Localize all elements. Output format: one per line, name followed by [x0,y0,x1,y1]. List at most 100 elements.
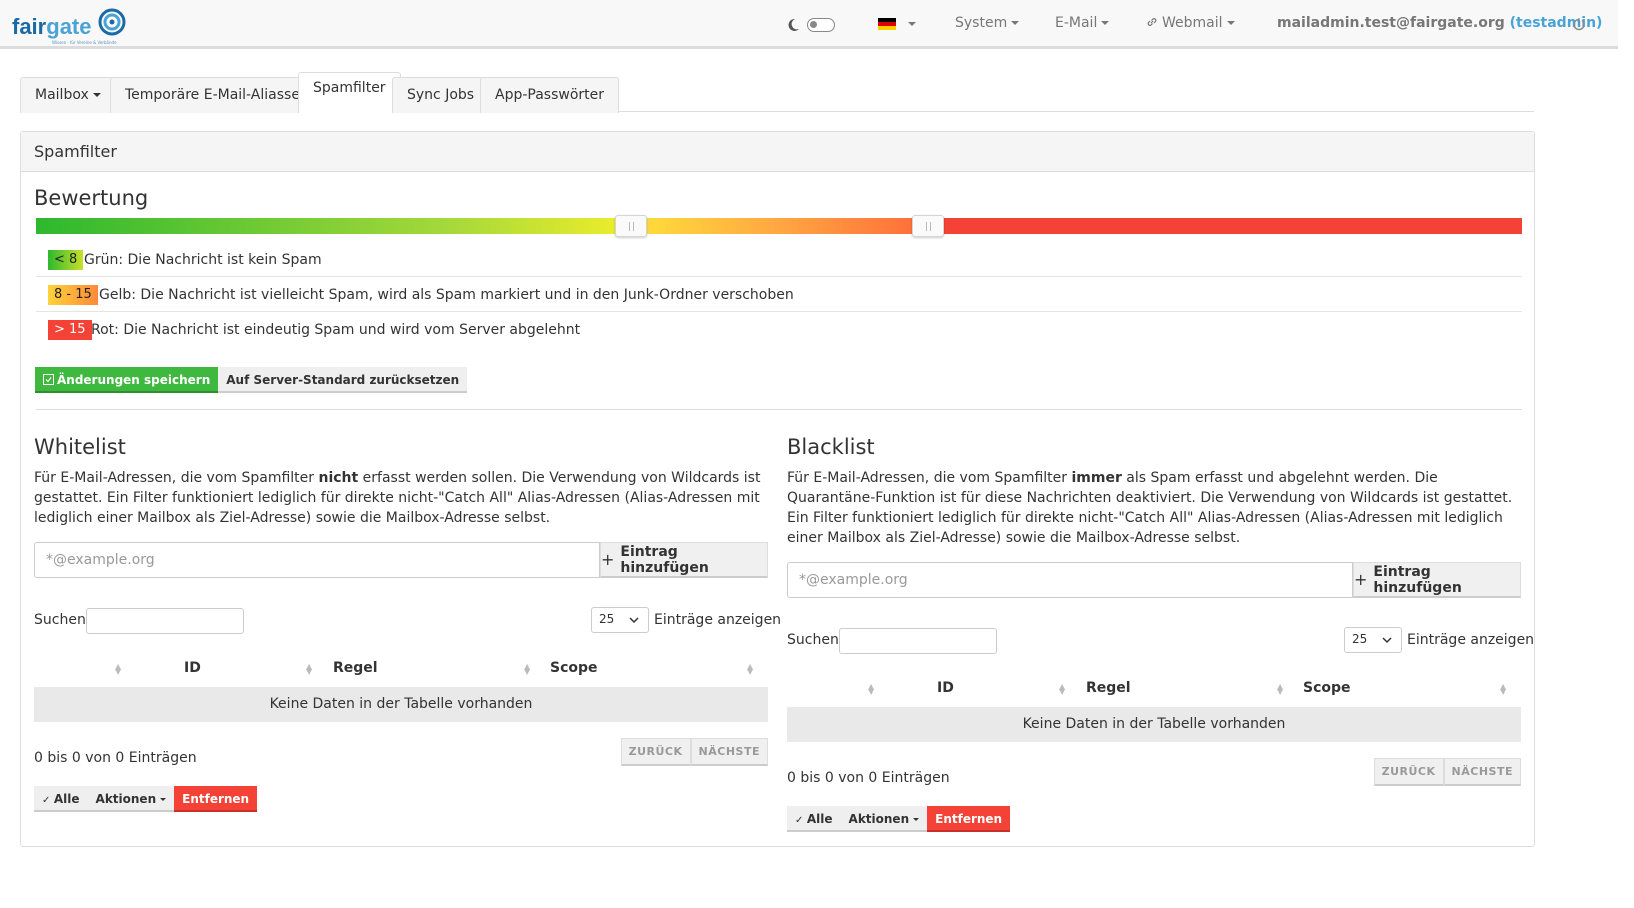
sort-icon[interactable]: ▲ ▼ [115,663,121,676]
col-scope[interactable]: Scope [550,660,598,676]
blacklist-page-size-select[interactable]: 25 [1344,627,1402,653]
nav-system[interactable]: System [955,15,1020,31]
sort-icon[interactable]: ▲ ▼ [1277,683,1283,696]
slider-handle-high[interactable] [912,215,944,237]
show-entries-label: Einträge anzeigen [1407,632,1535,648]
chevron-down-icon [1226,21,1235,25]
blacklist-table-controls: Suchen 25 Einträge anzeigen [787,626,1534,656]
swirl-icon [98,8,126,36]
nav-email-label: E-Mail [1055,15,1098,31]
slider-handle-low[interactable] [615,215,647,237]
logo-text-b: gate [46,14,92,39]
next-page-button[interactable]: NÄCHSTE [690,738,768,766]
slider-red-zone [929,218,1522,234]
all-label: Alle [53,792,80,806]
show-entries-label: Einträge anzeigen [654,612,782,628]
desc-emphasis: immer [1071,470,1122,486]
save-changes-button[interactable]: Änderungen speichern [35,367,219,393]
whitelist-table-footer: 0 bis 0 von 0 Einträgen ZURÜCK NÄCHSTE [34,738,768,778]
col-id[interactable]: ID [937,680,954,696]
sort-icon[interactable]: ▲ ▼ [868,683,874,696]
whitelist-search-input[interactable] [86,608,244,634]
tab-label: Mailbox [35,87,89,103]
logo-text-a: fair [12,14,47,39]
logo-tagline: Wissen · für Vereine & Verbände [52,40,117,45]
prev-page-button[interactable]: ZURÜCK [620,738,691,766]
col-rule[interactable]: Regel [333,660,378,676]
divider [36,409,1522,410]
sort-icon[interactable]: ▲ ▼ [1500,683,1506,696]
sort-icon[interactable]: ▲ ▼ [1059,683,1065,696]
tab-mailbox[interactable]: Mailbox [20,77,116,113]
blacklist-bulk-actions: ✓ Alle Aktionen Entfernen [787,806,1521,832]
blacklist-add-button[interactable]: + Eintrag hinzufügen [1353,562,1521,598]
blacklist-search-input[interactable] [839,628,997,654]
whitelist-add-button[interactable]: + Eintrag hinzufügen [600,542,768,578]
logout-icon[interactable] [1572,17,1586,31]
save-icon [43,374,54,385]
desc-emphasis: nicht [318,470,359,486]
sort-icon[interactable]: ▲ ▼ [524,663,530,676]
tab-app-passwords[interactable]: App-Passwörter [480,77,620,113]
table-info: 0 bis 0 von 0 Einträgen [34,750,197,766]
sort-icon[interactable]: ▲ ▼ [306,663,312,676]
pagination: ZURÜCK NÄCHSTE [1373,758,1521,786]
tab-bar: Mailbox Temporäre E-Mail-Aliasse Spamfil… [20,72,1534,113]
chevron-down-icon [92,93,101,97]
toggle-switch[interactable] [807,18,835,32]
tab-label: Sync Jobs [407,87,475,103]
legend-text: Gelb: Die Nachricht ist vielleicht Spam,… [99,287,794,303]
chevron-down-icon [1382,637,1392,644]
nav-webmail-label: Webmail [1162,15,1223,31]
sort-icon[interactable]: ▲ ▼ [747,663,753,676]
col-rule[interactable]: Regel [1086,680,1131,696]
nav-email[interactable]: E-Mail [1055,15,1110,31]
col-scope[interactable]: Scope [1303,680,1351,696]
user-account[interactable]: mailadmin.test@fairgate.org (testadmin) [1277,15,1602,31]
pagination: ZURÜCK NÄCHSTE [620,738,768,766]
page-size-value: 25 [1352,632,1368,646]
select-all-button[interactable]: ✓ Alle [787,806,841,832]
tab-spamfilter[interactable]: Spamfilter [298,72,401,113]
select-all-button[interactable]: ✓ Alle [34,786,88,812]
tab-sync-jobs[interactable]: Sync Jobs [392,77,490,113]
whitelist-title: Whitelist [34,435,126,459]
actions-dropdown[interactable]: Aktionen [840,806,928,832]
desc-part: Für E-Mail-Adressen, die vom Spamfilter [787,470,1072,486]
save-label: Änderungen speichern [57,373,211,387]
remove-button[interactable]: Entfernen [927,806,1011,832]
slider-yellow-zone [632,218,929,234]
actions-label: Aktionen [848,812,910,826]
nav-webmail[interactable]: Webmail [1146,15,1235,31]
panel-title: Spamfilter [21,132,1534,172]
whitelist-bulk-actions: ✓ Alle Aktionen Entfernen [34,786,768,812]
spam-score-slider[interactable] [36,215,1522,237]
chevron-down-icon [629,617,639,624]
tab-temp-aliases[interactable]: Temporäre E-Mail-Aliasse [110,77,315,113]
actions-dropdown[interactable]: Aktionen [87,786,175,812]
blacklist-input[interactable]: *@example.org [787,562,1353,598]
whitelist-input[interactable]: *@example.org [34,542,600,578]
prev-page-button[interactable]: ZURÜCK [1373,758,1444,786]
legend-text: Grün: Die Nachricht ist kein Spam [84,252,322,268]
slider-green-zone [36,218,632,234]
spamfilter-panel: Spamfilter Bewertung < 8 Grün: Die Nachr… [20,131,1535,847]
chevron-down-icon [1011,21,1020,25]
whitelist-page-size-select[interactable]: 25 [591,607,649,633]
whitelist-add-group: *@example.org + Eintrag hinzufügen [34,542,768,578]
user-name: (testadmin) [1509,15,1603,31]
fairgate-logo[interactable]: fairgate Wissen · für Vereine & Verbände [12,4,132,46]
blacklist-section: Blacklist Für E-Mail-Adressen, die vom S… [787,435,1534,832]
col-id[interactable]: ID [184,660,201,676]
plus-icon: + [601,550,615,569]
language-caret-icon[interactable] [908,22,916,26]
reset-default-button[interactable]: Auf Server-Standard zurücksetzen [218,367,468,393]
language-flag-icon[interactable] [878,18,896,30]
dark-mode-toggle[interactable] [785,17,835,33]
whitelist-description: Für E-Mail-Adressen, die vom Spamfilter … [34,468,768,528]
next-page-button[interactable]: NÄCHSTE [1443,758,1521,786]
remove-button[interactable]: Entfernen [174,786,258,812]
add-label: Eintrag hinzufügen [620,543,709,576]
rating-actions: Änderungen speichern Auf Server-Standard… [35,367,468,393]
blacklist-add-group: *@example.org + Eintrag hinzufügen [787,562,1521,598]
